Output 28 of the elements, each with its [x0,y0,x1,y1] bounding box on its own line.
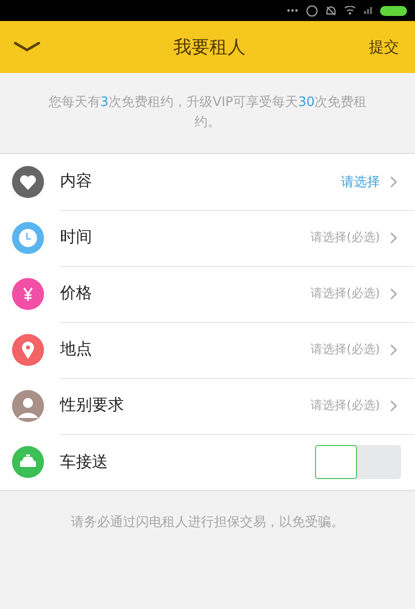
select-value[interactable]: 请选择(必选) [310,229,380,246]
chevron-right-icon [390,344,397,356]
alarm-off-icon [326,6,336,16]
toggle-switch[interactable] [315,445,401,479]
circle-icon [306,4,318,16]
chevron-right-icon [390,288,397,300]
footer-note: 请务必通过闪电租人进行担保交易，以免受骗。 [70,514,345,531]
row-label: 时间 [60,227,92,248]
chevron-right-icon [390,400,397,412]
submit-button[interactable]: 提交 [363,34,405,60]
chevron-right-icon [390,176,397,188]
wifi-icon [344,6,356,15]
chevron-right-icon [390,232,397,244]
row-label: 性别要求 [60,395,124,416]
battery-icon [380,6,407,16]
signal-icon [364,7,372,14]
page-title: 我要租人 [172,36,246,59]
select-value[interactable]: 请选择(必选) [310,285,380,302]
row-label: 内容 [60,171,92,192]
row-label: 车接送 [60,452,108,472]
select-value[interactable]: 请选择(必选) [310,397,380,414]
collapse-icon[interactable] [14,42,40,52]
row-label: 价格 [60,283,92,304]
more-icon [287,9,298,12]
select-value[interactable]: 请选择(必选) [310,341,380,358]
notice-text: 您每天有3次免费租约，升级VIP可享受每天30次免费租约。 [48,94,368,132]
row-label: 地点 [60,339,92,360]
select-value[interactable]: 请选择 [341,172,380,190]
